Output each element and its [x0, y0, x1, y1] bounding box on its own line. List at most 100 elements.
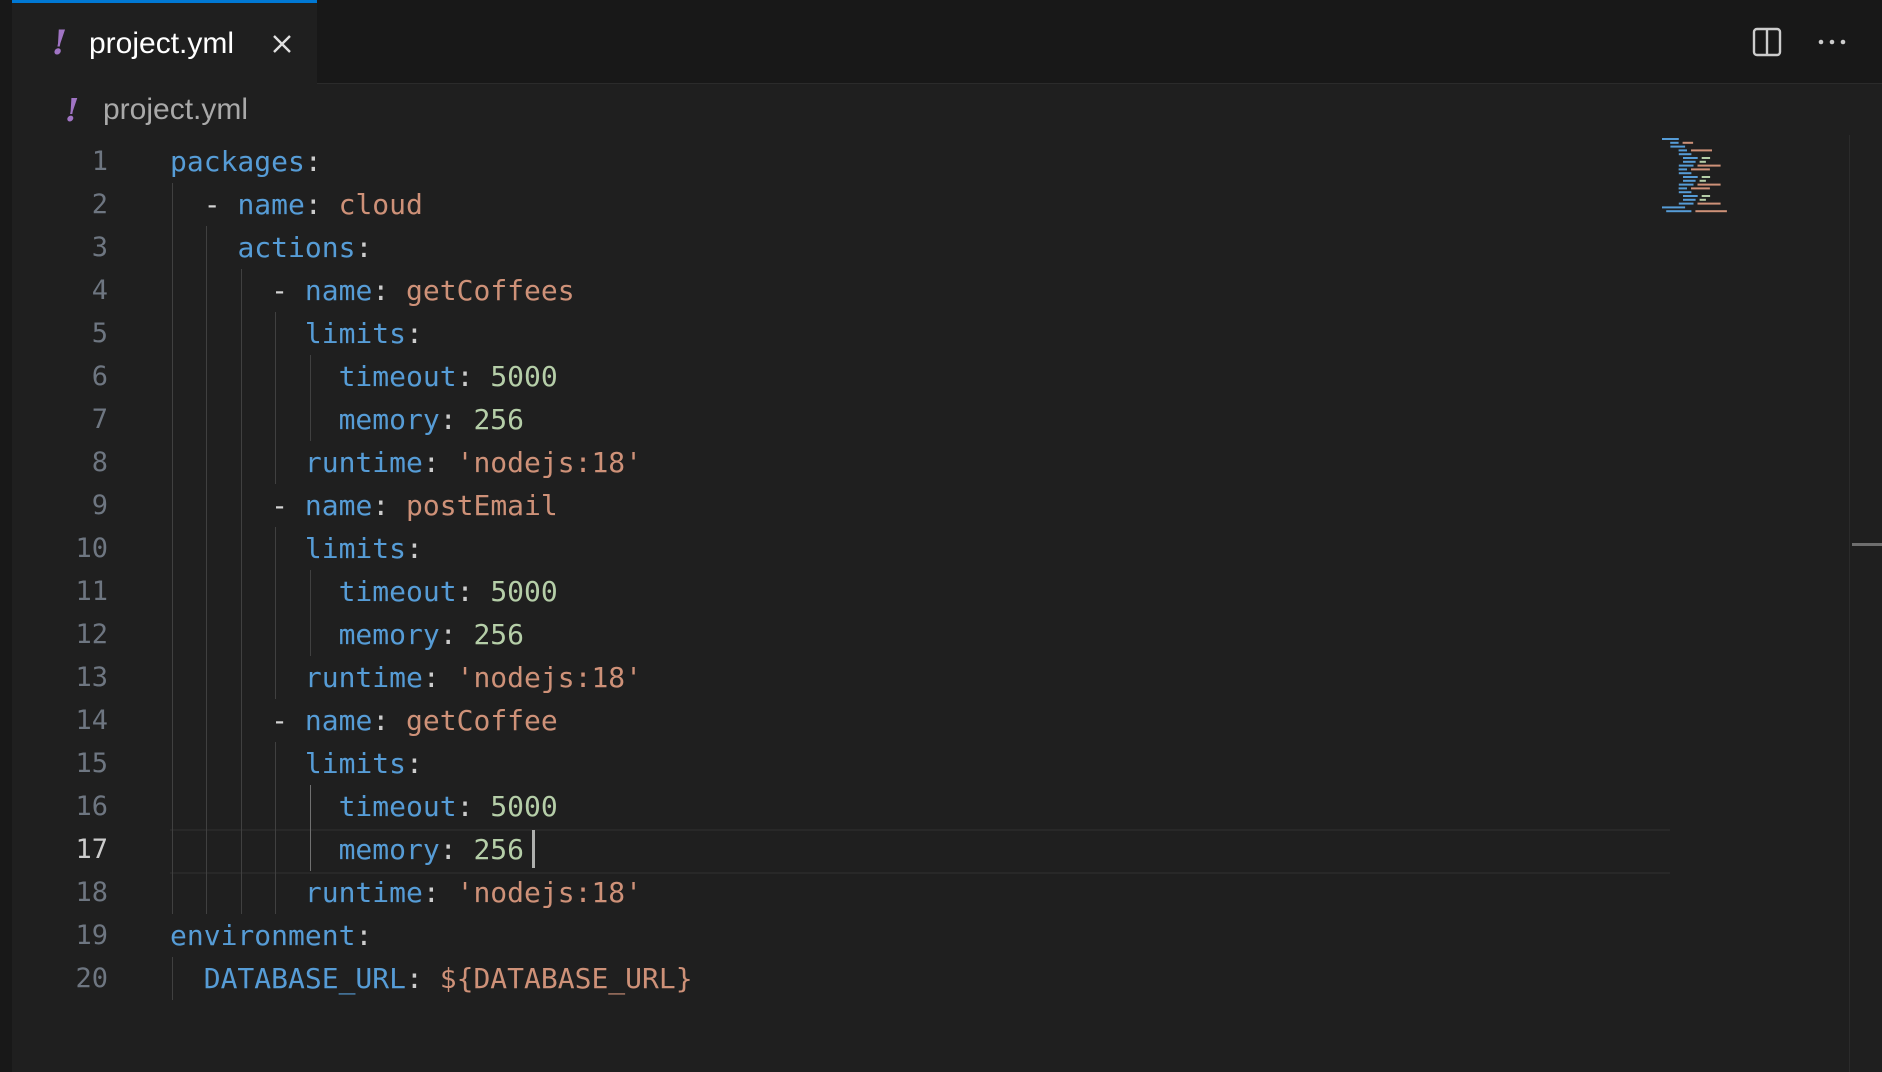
code-line[interactable]: 20 DATABASE_URL: ${DATABASE_URL} [12, 957, 1662, 1000]
code-line[interactable]: 6 timeout: 5000 [12, 355, 1662, 398]
yaml-key: limits [304, 532, 407, 565]
line-number: 3 [91, 232, 108, 263]
minimap[interactable] [1660, 136, 1860, 226]
yaml-key: timeout [338, 790, 457, 823]
minimap-line [1701, 157, 1711, 159]
yaml-key: timeout [338, 575, 457, 608]
line-number: 14 [75, 705, 108, 736]
indent-guide [275, 742, 277, 914]
minimap-line [1697, 202, 1721, 205]
line-number: 15 [75, 748, 108, 779]
code-text: memory: 256 [170, 828, 524, 871]
code-line[interactable]: 14 - name: getCoffee [12, 699, 1662, 742]
yaml-colon: : [456, 575, 491, 608]
code-line[interactable]: 1 packages: [12, 140, 1662, 183]
code-line[interactable]: 17 memory: 256 [12, 828, 1662, 871]
yaml-colon: : [406, 962, 440, 995]
code-text: - name: getCoffee [170, 699, 558, 742]
code-text: packages: [170, 140, 322, 183]
yaml-key: limits [304, 317, 407, 350]
tab-project-yml[interactable]: ! project.yml [12, 0, 317, 84]
yaml-key: name [237, 188, 305, 221]
tab-label: project.yml [89, 27, 235, 60]
minimap-line [1699, 179, 1706, 182]
code-line[interactable]: 4 - name: getCoffees [12, 269, 1662, 312]
code-line[interactable]: 16 timeout: 5000 [12, 785, 1662, 828]
yaml-key: actions [237, 231, 356, 264]
code-line[interactable]: 12 memory: 256 [12, 613, 1662, 656]
code-line[interactable]: 10 limits: [12, 527, 1662, 570]
list-dash: - [271, 274, 305, 307]
yaml-colon: : [422, 446, 457, 479]
code-line[interactable]: 15 limits: [12, 742, 1662, 785]
code-line[interactable]: 5 limits: [12, 312, 1662, 355]
line-number: 12 [75, 619, 108, 650]
line-number: 18 [75, 877, 108, 908]
yaml-colon: : [456, 360, 491, 393]
yaml-icon: ! [65, 91, 80, 129]
minimap-line [1695, 210, 1727, 213]
minimap-line [1691, 168, 1710, 171]
code-text: - name: cloud [170, 183, 423, 226]
indent-guide [309, 355, 311, 441]
yaml-key: memory [338, 618, 440, 651]
code-line[interactable]: 9 - name: postEmail [12, 484, 1662, 527]
minimap-line [1678, 164, 1694, 167]
yaml-key: memory [338, 833, 440, 866]
code-text: environment: [170, 914, 372, 957]
yaml-icon: ! [52, 23, 67, 63]
minimap-line [1678, 149, 1687, 152]
indent-guide [309, 570, 311, 656]
code-text: limits: [170, 312, 423, 355]
indent-guide [275, 312, 277, 484]
minimap-line [1683, 160, 1696, 163]
yaml-value: ${DATABASE_URL} [439, 962, 693, 995]
yaml-key: DATABASE_URL [203, 962, 407, 995]
code-line[interactable]: 7 memory: 256 [12, 398, 1662, 441]
tab-bar: ! project.yml [12, 0, 1882, 84]
more-actions-icon[interactable] [1812, 22, 1852, 62]
indent-guide [172, 957, 173, 1000]
code-line[interactable]: 13 runtime: 'nodejs:18' [12, 656, 1662, 699]
yaml-colon: : [406, 747, 423, 780]
text-cursor [532, 830, 536, 868]
minimap-line [1697, 164, 1721, 167]
code-line[interactable]: 8 runtime: 'nodejs:18' [12, 441, 1662, 484]
close-icon[interactable] [267, 29, 297, 59]
yaml-colon: : [355, 919, 373, 952]
list-dash: - [271, 704, 305, 737]
code-line[interactable]: 3 actions: [12, 226, 1662, 269]
code-text: memory: 256 [170, 398, 524, 441]
code-line[interactable]: 19 environment: [12, 914, 1662, 957]
code-text: timeout: 5000 [170, 355, 558, 398]
code-text: memory: 256 [170, 613, 524, 656]
indent-guide [172, 183, 173, 914]
yaml-colon: : [422, 876, 457, 909]
yaml-value: 'nodejs:18' [456, 661, 643, 694]
indent-guide [206, 226, 208, 914]
code-text: limits: [170, 742, 423, 785]
code-line[interactable]: 11 timeout: 5000 [12, 570, 1662, 613]
yaml-value: 5000 [490, 360, 558, 393]
line-number: 5 [91, 318, 108, 349]
yaml-value: getCoffees [406, 274, 575, 307]
line-number: 13 [75, 662, 108, 693]
yaml-colon: : [372, 274, 407, 307]
split-editor-icon[interactable] [1747, 22, 1787, 62]
minimap-line [1682, 141, 1694, 144]
yaml-value: postEmail [406, 489, 558, 522]
vertical-scrollbar[interactable] [1849, 135, 1882, 1072]
yaml-colon: : [439, 833, 474, 866]
breadcrumb-file[interactable]: project.yml [103, 90, 248, 130]
code-line[interactable]: 18 runtime: 'nodejs:18' [12, 871, 1662, 914]
minimap-line [1670, 141, 1679, 144]
minimap-line [1683, 176, 1698, 178]
line-number: 10 [75, 533, 108, 564]
code-line[interactable]: 2 - name: cloud [12, 183, 1662, 226]
yaml-value: cloud [338, 188, 423, 221]
code-editor[interactable]: 1 packages: 2 - name: cloud 3 actions: 4 - n… [12, 140, 1852, 1040]
minimap-line [1683, 157, 1698, 159]
code-text: actions: [170, 226, 372, 269]
minimap-line [1666, 210, 1692, 213]
list-dash: - [271, 489, 305, 522]
